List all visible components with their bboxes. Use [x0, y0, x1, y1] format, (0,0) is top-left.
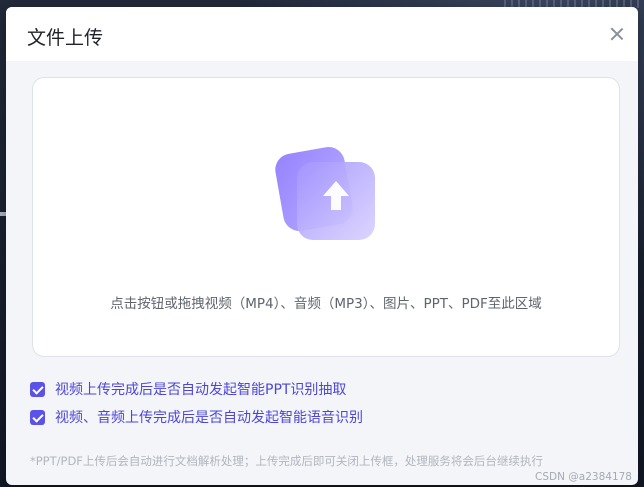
file-drop-zone[interactable]: 点击按钮或拖拽视频（MP4）、音频（MP3）、图片、PPT、PDF至此区域 — [32, 77, 620, 357]
auto-speech-recognition-checkbox[interactable] — [30, 409, 45, 425]
auto-ppt-recognition-checkbox[interactable] — [30, 381, 45, 397]
auto-ppt-recognition-option[interactable]: 视频上传完成后是否自动发起智能PPT识别抽取 — [30, 379, 346, 399]
close-icon[interactable] — [608, 25, 626, 43]
upload-arrow-icon — [275, 147, 375, 240]
dialog-header: 文件上传 — [6, 7, 638, 61]
upload-footnote: *PPT/PDF上传后会自动进行文档解析处理；上传完成后即可关闭上传框，处理服务… — [30, 454, 543, 468]
dialog-title: 文件上传 — [27, 27, 104, 49]
upload-dialog: 文件上传 点击按钮或拖拽视频（MP4）、音频（MP3）、图片、PPT、PDF至此… — [6, 7, 638, 485]
drop-zone-hint: 点击按钮或拖拽视频（MP4）、音频（MP3）、图片、PPT、PDF至此区域 — [110, 296, 542, 312]
auto-speech-recognition-option[interactable]: 视频、音频上传完成后是否自动发起智能语音识别 — [30, 407, 363, 427]
option-label: 视频、音频上传完成后是否自动发起智能语音识别 — [55, 410, 363, 426]
option-label: 视频上传完成后是否自动发起智能PPT识别抽取 — [55, 382, 347, 398]
watermark: CSDN @a2384178 — [535, 471, 632, 483]
